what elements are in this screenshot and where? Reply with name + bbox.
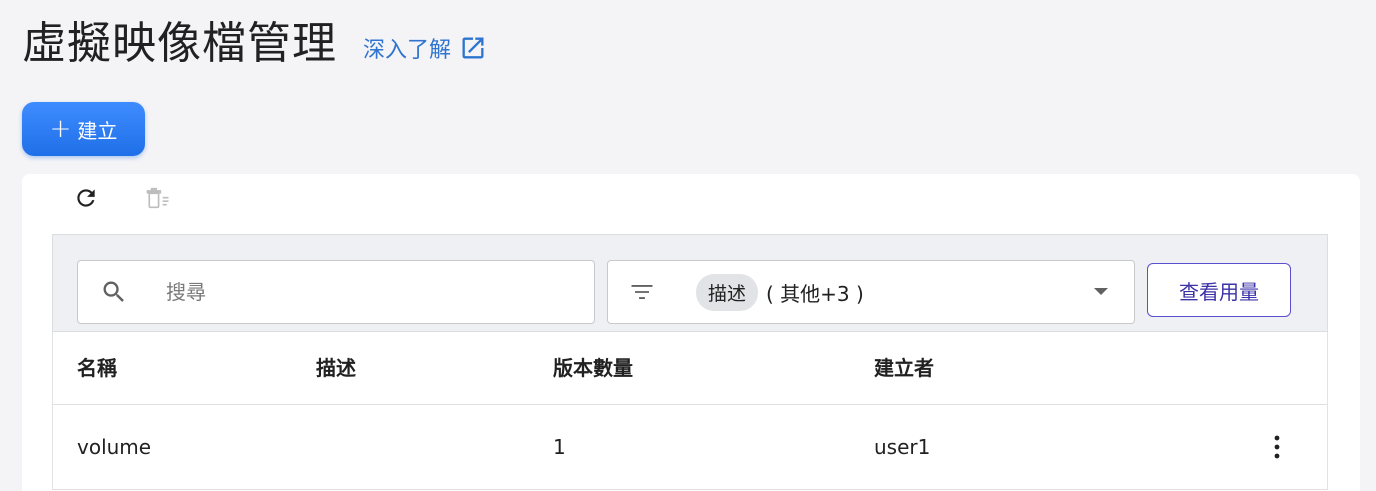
learn-more-link[interactable]: 深入了解 [363,32,487,64]
bulk-delete-button[interactable] [144,184,172,212]
refresh-icon [77,189,95,207]
selected-column-chip: 描述 [696,273,759,311]
page-header: 虛擬映像檔管理 深入了解 [22,14,487,74]
search-box[interactable] [77,260,595,324]
learn-more-label: 深入了解 [363,38,452,63]
cell-name: volume [77,435,152,459]
delete-list-icon [146,187,169,209]
column-filter-select[interactable]: 描述 ( 其他+3 ) [607,260,1135,324]
external-link-icon [462,37,484,59]
cell-creator: user1 [874,435,931,459]
more-columns-count: ( 其他+3 ) [766,281,864,306]
images-table: 名稱 描述 版本數量 建立者 volume 1 user1 [52,332,1328,490]
images-panel: 描述 ( 其他+3 ) 查看用量 名稱 描述 版本數量 建立者 volume 1… [22,174,1360,491]
row-menu-button[interactable] [1265,433,1289,461]
chevron-down-icon [1094,288,1108,295]
search-input[interactable] [164,279,568,305]
filter-toolbar: 描述 ( 其他+3 ) 查看用量 [52,234,1328,332]
more-vertical-icon [1274,435,1280,459]
view-usage-button[interactable]: 查看用量 [1147,263,1291,317]
page-title: 虛擬映像檔管理 [22,18,337,69]
search-icon [100,278,128,306]
cell-version-count: 1 [553,435,566,459]
create-button-label: 建立 [77,118,118,143]
create-button[interactable]: + 建立 [22,102,145,156]
refresh-button[interactable] [72,184,100,212]
column-header-creator[interactable]: 建立者 [874,332,934,404]
filter-icon [628,278,656,306]
table-header: 名稱 描述 版本數量 建立者 [53,332,1327,405]
column-header-description[interactable]: 描述 [316,332,356,404]
column-header-name[interactable]: 名稱 [77,332,117,404]
page: 虛擬映像檔管理 深入了解 + 建立 搜尋 描述 (其他+3) 查看用量 名稱… [0,0,1376,491]
table-row[interactable]: volume 1 user1 [53,405,1327,490]
column-header-version-count[interactable]: 版本數量 [553,332,633,404]
plus-icon: + [49,114,72,144]
